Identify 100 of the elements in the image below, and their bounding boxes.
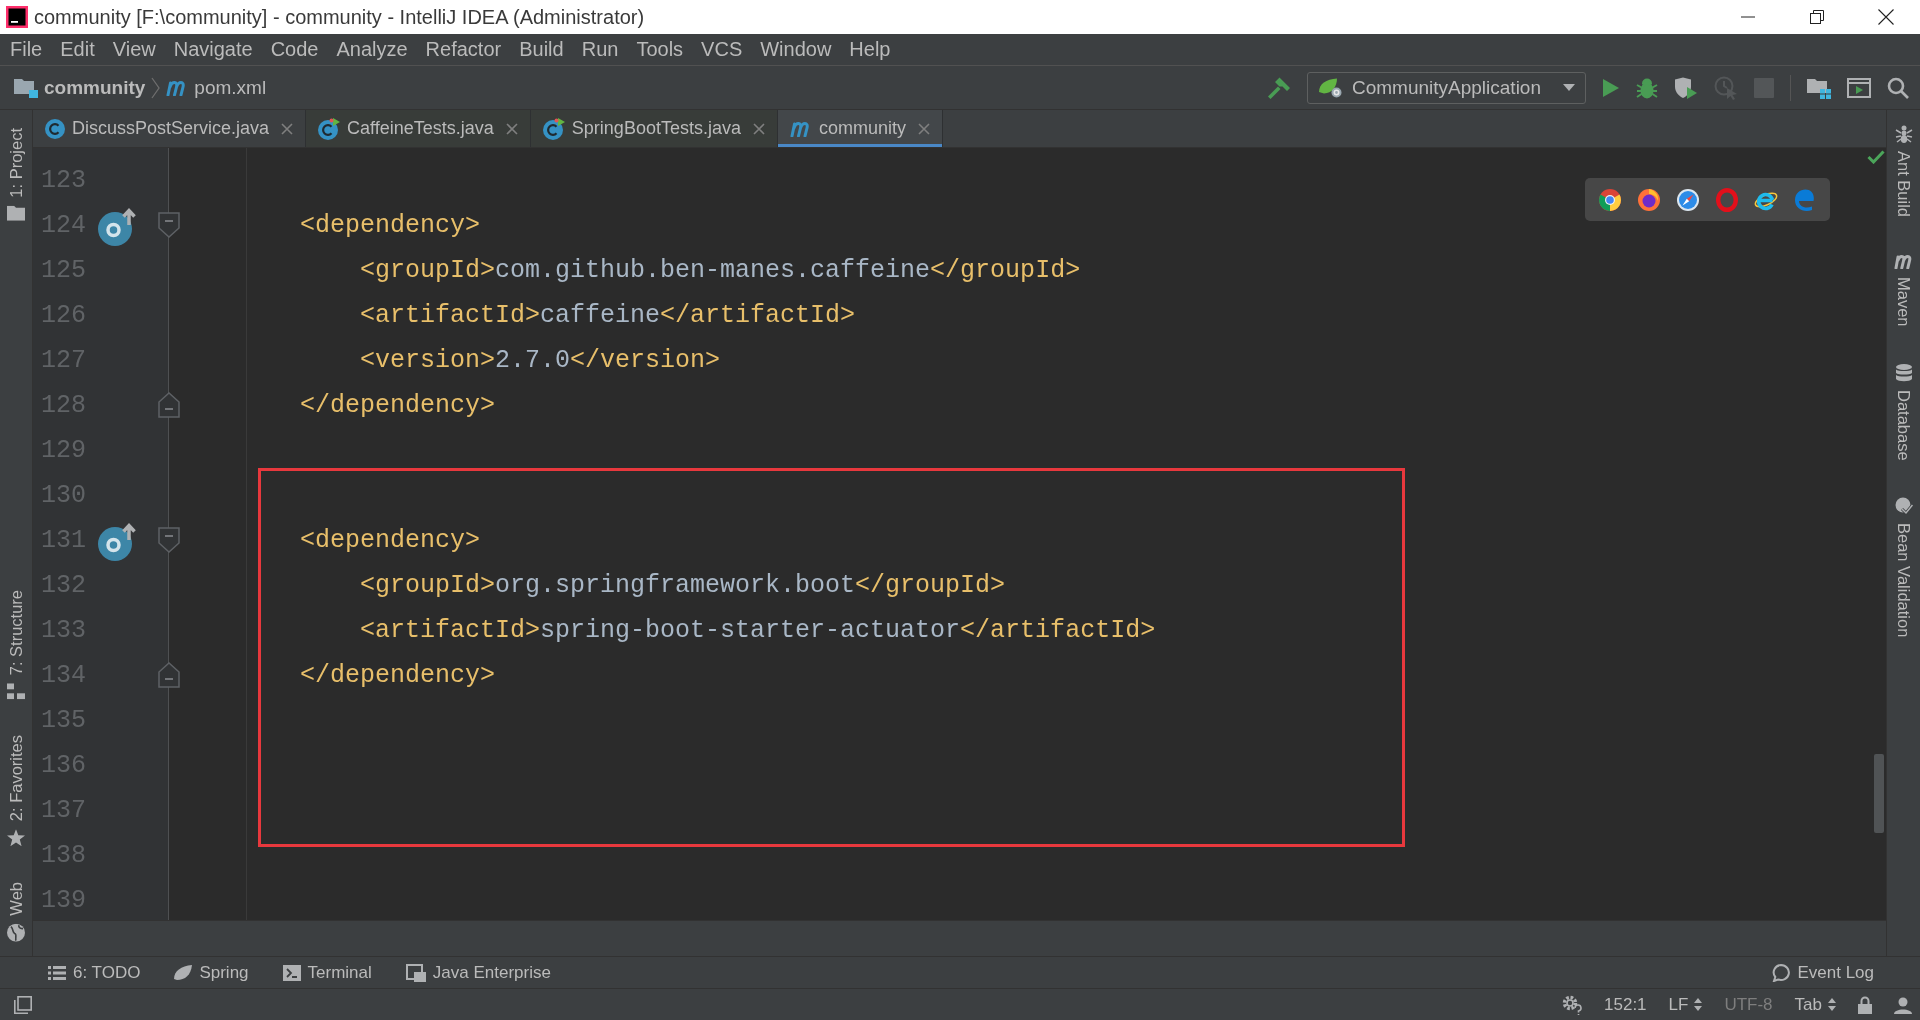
editor-tab[interactable]: community (777, 110, 943, 147)
tool-window-button[interactable]: 6: TODO (48, 962, 141, 983)
tool-window-button[interactable]: Event Log (1772, 962, 1874, 983)
menu-item[interactable]: Window (751, 34, 841, 65)
browser-icon[interactable] (1676, 187, 1700, 212)
xml-value: caffeine (540, 301, 661, 330)
tool-window-button[interactable]: Web (6, 882, 26, 942)
restore-icon[interactable] (1809, 10, 1824, 24)
tool-window-button[interactable]: Java Enterprise (405, 962, 551, 983)
xml-tag: <artifactId> (360, 616, 541, 645)
class-test-icon (542, 117, 565, 140)
xml-value: com.github.ben-manes.caffeine (495, 256, 931, 285)
class-icon (45, 118, 65, 139)
circle-arrow-icon[interactable] (98, 520, 138, 561)
tool-window-button[interactable]: Terminal (282, 962, 372, 983)
scrollbar-thumb[interactable] (1874, 754, 1884, 833)
xml-tag: <dependency> (300, 211, 481, 240)
fold-marker-icon[interactable] (158, 392, 180, 418)
terminal-icon (282, 964, 301, 981)
globe-icon (7, 924, 25, 942)
up-down-icon (1694, 998, 1703, 1011)
gear-icon[interactable] (1562, 994, 1582, 1015)
tool-window-button[interactable]: 7: Structure (6, 589, 26, 700)
app-logo-icon (6, 6, 28, 28)
xml-tag: </artifactId> (660, 301, 856, 330)
layers-icon[interactable] (14, 995, 32, 1014)
browser-icon[interactable] (1598, 187, 1622, 212)
circle-arrow-icon[interactable] (98, 205, 138, 246)
xml-tag: </dependency> (300, 661, 496, 690)
tool-window-button[interactable]: 1: Project (6, 128, 26, 221)
up-down-icon (1828, 998, 1836, 1011)
menu-item[interactable]: Code (261, 34, 328, 65)
window-grid-icon (405, 963, 426, 982)
breadcrumb[interactable]: community (14, 76, 146, 99)
fold-marker-icon[interactable] (158, 212, 180, 238)
breadcrumb[interactable]: pom.xml (166, 76, 267, 99)
star-icon (7, 829, 25, 847)
browser-icon[interactable] (1637, 187, 1661, 212)
editor-tab[interactable]: CaffeineTests.java (306, 110, 531, 147)
xml-value: org.springframework.boot (495, 571, 856, 600)
editor-tab[interactable]: SpringBootTests.java (530, 110, 778, 147)
folder-grid-icon[interactable] (1807, 76, 1831, 99)
status-item[interactable]: 152:1 (1604, 994, 1647, 1015)
tool-window-button[interactable]: Spring (174, 962, 249, 983)
shield-run-icon[interactable] (1674, 76, 1698, 99)
database-icon (1895, 363, 1912, 382)
tool-window-button[interactable]: Ant Build (1894, 125, 1913, 218)
xml-value: spring-boot-starter-actuator (540, 616, 961, 645)
tool-window-button[interactable]: Database (1894, 363, 1913, 461)
caret-icon (1563, 84, 1575, 91)
close-icon[interactable] (1877, 9, 1894, 25)
xml-tag: </version> (570, 346, 721, 375)
leaf-gear-icon (1317, 76, 1344, 99)
lock-icon[interactable] (1858, 995, 1872, 1014)
window-title: community [F:\community] - community - IntelliJ IDEA (Administrator) (34, 5, 645, 29)
search-icon[interactable] (1887, 76, 1909, 99)
xml-tag: <groupId> (360, 256, 496, 285)
bug-icon[interactable] (1636, 76, 1658, 99)
class-test-icon (318, 117, 341, 140)
menu-item[interactable]: Run (572, 34, 628, 65)
menu-item[interactable]: VCS (692, 34, 752, 65)
tool-window-button[interactable]: Maven (1893, 254, 1914, 327)
menu-item[interactable]: Build (510, 34, 573, 65)
speech-bubble-icon (1772, 963, 1791, 982)
window-run-icon[interactable] (1847, 77, 1871, 98)
leaf-icon (174, 964, 193, 981)
xml-value: 2.7.0 (495, 346, 571, 375)
menu-item[interactable]: Help (840, 34, 900, 65)
xml-tag: <artifactId> (360, 301, 541, 330)
xml-tag: </artifactId> (960, 616, 1156, 645)
xml-tag: </groupId> (855, 571, 1006, 600)
xml-tag: </dependency> (300, 391, 496, 420)
chevron-icon (151, 76, 161, 99)
list-icon (48, 965, 66, 980)
bean-check-icon (1894, 497, 1913, 516)
run-icon[interactable] (1602, 77, 1620, 98)
tool-window-button[interactable]: Bean Validation (1894, 497, 1913, 638)
m-icon (789, 120, 812, 137)
menu-item[interactable]: File (1, 34, 52, 65)
menu-item[interactable]: Edit (51, 34, 104, 65)
check-icon (1867, 150, 1885, 164)
fold-marker-icon[interactable] (158, 527, 180, 553)
hammer-icon[interactable] (1266, 75, 1291, 100)
tool-window-button[interactable]: 2: Favorites (6, 735, 26, 847)
folder-icon (14, 77, 38, 98)
fold-marker-icon[interactable] (158, 662, 180, 688)
run-configuration-dropdown[interactable]: CommunityApplication (1306, 71, 1586, 104)
status-item[interactable]: LF (1668, 994, 1703, 1015)
xml-tag: </groupId> (930, 256, 1081, 285)
xml-tag: <groupId> (360, 571, 496, 600)
minimize-icon[interactable] (1740, 16, 1755, 18)
person-icon[interactable] (1894, 995, 1912, 1014)
xml-tag: <dependency> (300, 526, 481, 555)
menu-item[interactable]: Refactor (416, 34, 511, 65)
menu-item[interactable]: Tools (627, 34, 693, 65)
menu-item[interactable]: View (103, 34, 165, 65)
status-item[interactable]: Tab (1794, 994, 1836, 1015)
menu-item[interactable]: Navigate (164, 34, 262, 65)
menu-item[interactable]: Analyze (327, 34, 417, 65)
folder-icon (7, 205, 25, 221)
